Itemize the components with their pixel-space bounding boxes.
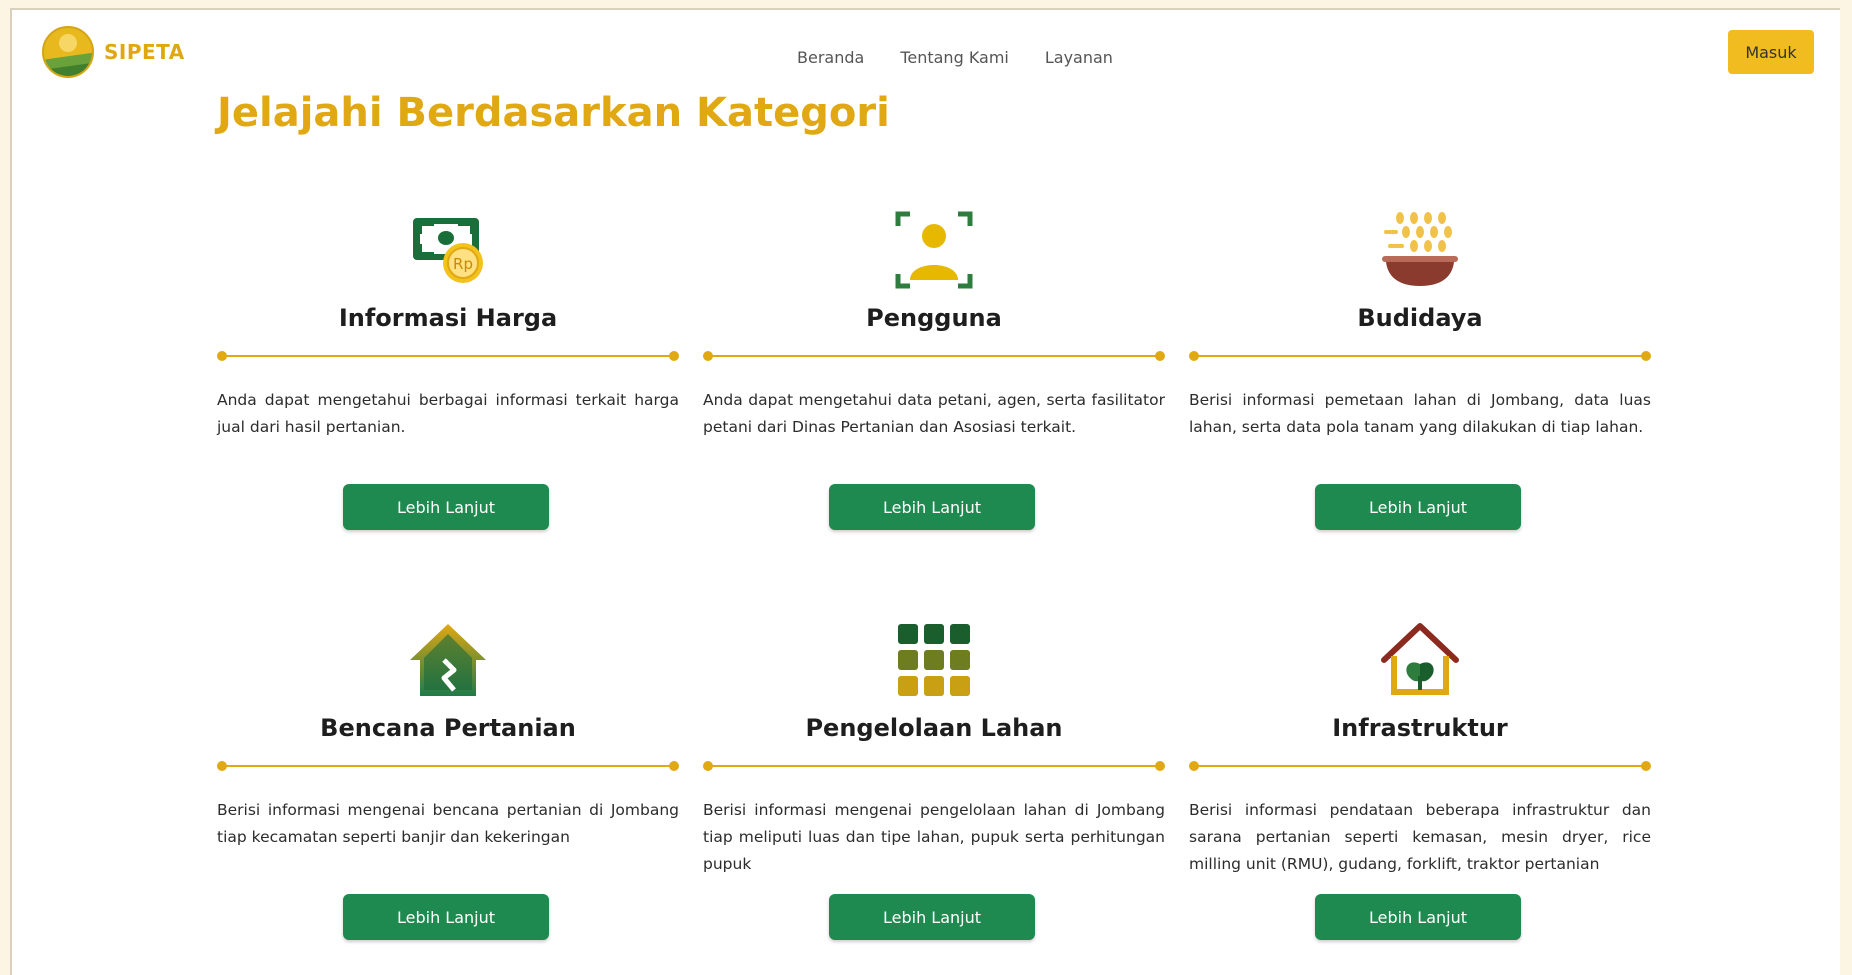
divider [217, 760, 679, 772]
divider [703, 760, 1165, 772]
main-nav: Beranda Tentang Kami Layanan [797, 48, 1113, 67]
category-card-infrastruktur: Infrastruktur Berisi informasi pendataan… [1189, 620, 1651, 960]
category-card-bencana-pertanian: Bencana Pertanian Berisi informasi menge… [217, 620, 679, 960]
category-card-informasi-harga: Rp Informasi Harga Anda dapat mengetahui… [217, 210, 679, 550]
more-button-pengguna[interactable]: Lebih Lanjut [829, 484, 1035, 530]
category-card-pengguna: Pengguna Anda dapat mengetahui data peta… [703, 210, 1165, 550]
more-button-informasi-harga[interactable]: Lebih Lanjut [343, 484, 549, 530]
svg-text:Rp: Rp [453, 255, 473, 273]
logo-icon [42, 26, 94, 78]
nav-item-layanan[interactable]: Layanan [1045, 48, 1113, 67]
category-title: Bencana Pertanian [320, 714, 576, 742]
house-crack-icon [410, 624, 486, 696]
page-frame: SIPETA Beranda Tentang Kami Layanan Masu… [10, 8, 1840, 975]
category-card-budidaya: Budidaya Berisi informasi pemetaan lahan… [1189, 210, 1651, 550]
user-icon [895, 211, 973, 289]
category-description: Berisi informasi pemetaan lahan di Jomba… [1189, 391, 1651, 436]
divider [1189, 350, 1651, 362]
category-title: Pengguna [866, 304, 1002, 332]
category-title: Infrastruktur [1332, 714, 1508, 742]
nav-item-beranda[interactable]: Beranda [797, 48, 864, 67]
header: SIPETA Beranda Tentang Kami Layanan Masu… [12, 10, 1840, 100]
category-grid: Rp Informasi Harga Anda dapat mengetahui… [217, 210, 1657, 970]
grain-bowl-icon [1382, 212, 1458, 286]
divider [1189, 760, 1651, 772]
house-plant-icon [1381, 623, 1459, 695]
money-rp-icon: Rp [413, 218, 483, 283]
category-description: Berisi informasi pendataan beberapa infr… [1189, 801, 1651, 873]
logo[interactable]: SIPETA [42, 26, 185, 78]
more-button-bencana-pertanian[interactable]: Lebih Lanjut [343, 894, 549, 940]
category-card-pengelolaan-lahan: Pengelolaan Lahan Berisi informasi menge… [703, 620, 1165, 960]
category-title: Informasi Harga [338, 304, 558, 332]
land-grid-icon [898, 624, 970, 696]
category-description: Anda dapat mengetahui berbagai informasi… [217, 391, 679, 436]
nav-item-tentang-kami[interactable]: Tentang Kami [900, 48, 1009, 67]
divider [217, 350, 679, 362]
category-description: Berisi informasi mengenai pengelolaan la… [703, 801, 1165, 873]
category-title: Pengelolaan Lahan [805, 714, 1063, 742]
category-description: Berisi informasi mengenai bencana pertan… [217, 801, 679, 846]
category-description: Anda dapat mengetahui data petani, agen,… [703, 391, 1165, 436]
more-button-budidaya[interactable]: Lebih Lanjut [1315, 484, 1521, 530]
more-button-infrastruktur[interactable]: Lebih Lanjut [1315, 894, 1521, 940]
login-button[interactable]: Masuk [1728, 30, 1814, 74]
page-title: Jelajahi Berdasarkan Kategori [217, 90, 890, 136]
category-title: Budidaya [1357, 304, 1483, 332]
brand-name: SIPETA [104, 40, 185, 64]
more-button-pengelolaan-lahan[interactable]: Lebih Lanjut [829, 894, 1035, 940]
divider [703, 350, 1165, 362]
